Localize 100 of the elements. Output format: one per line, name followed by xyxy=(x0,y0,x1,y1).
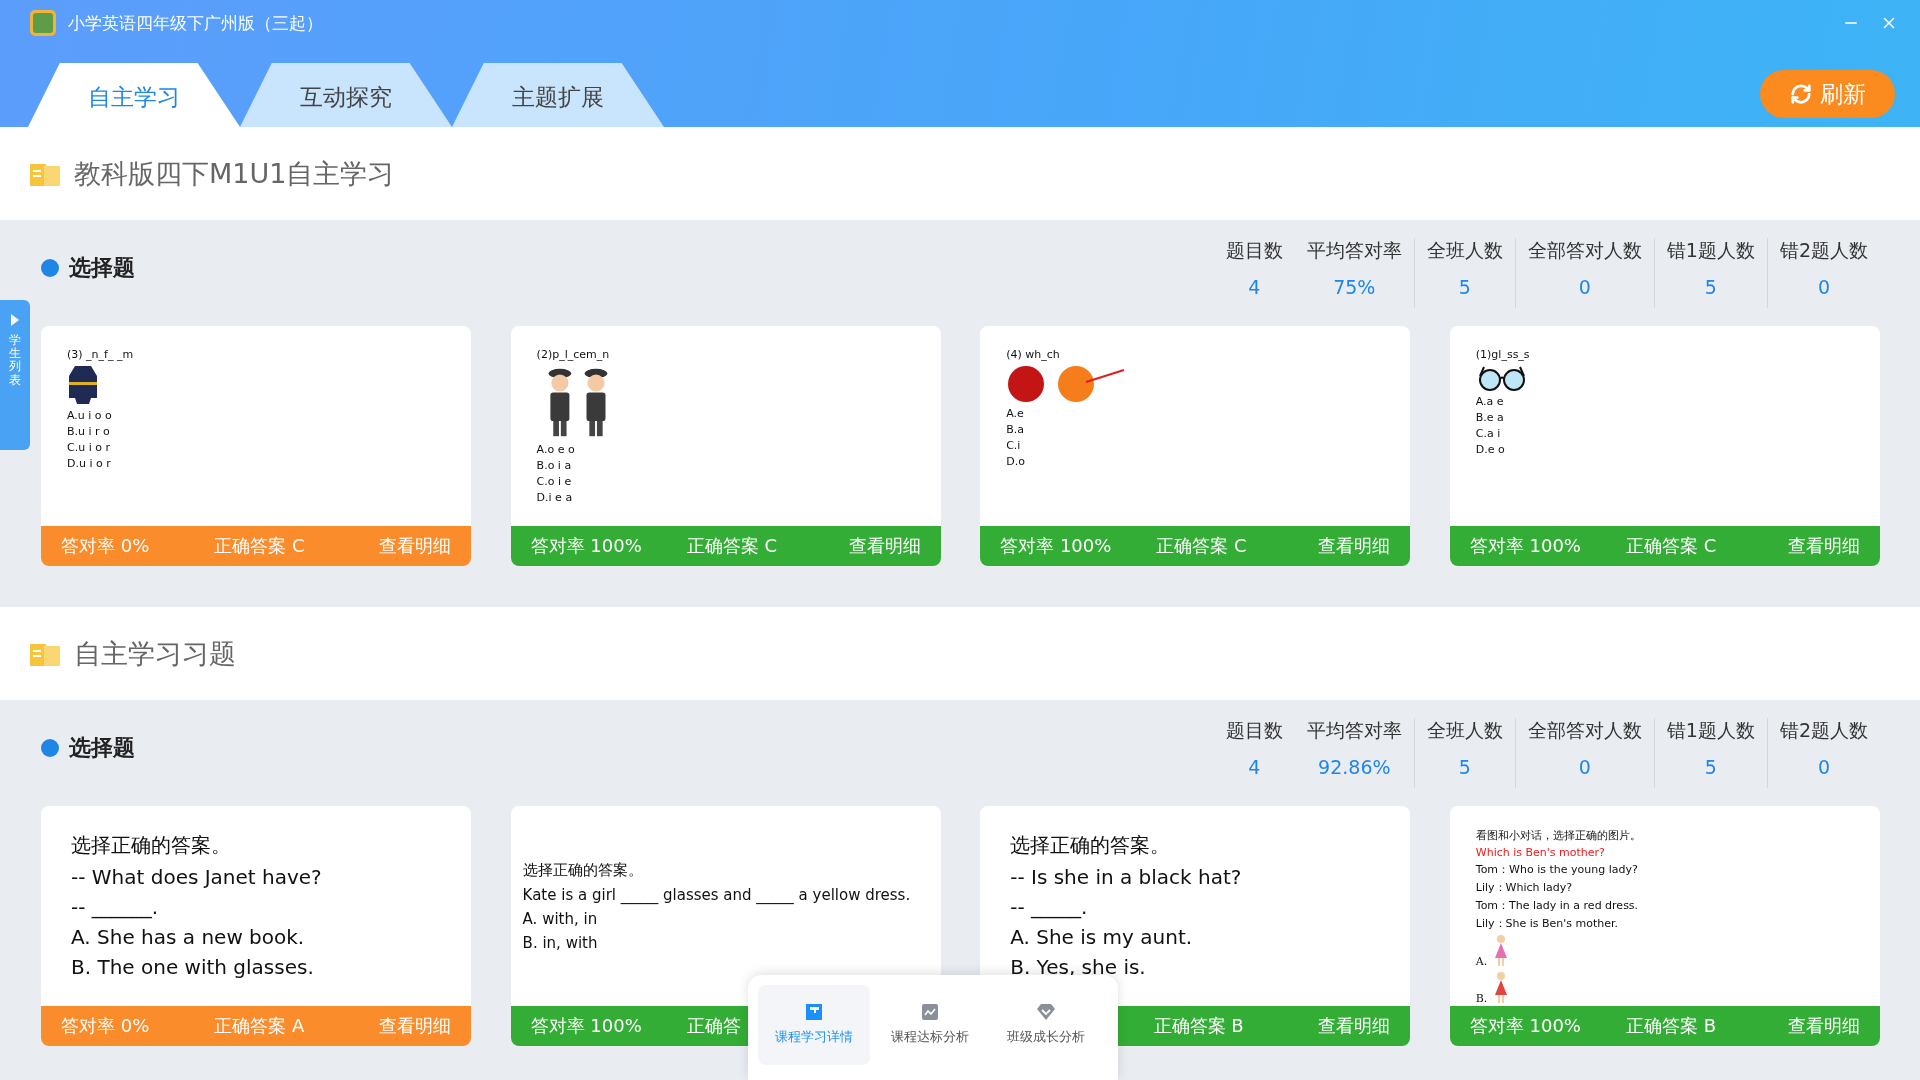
bullet-icon xyxy=(41,259,59,277)
view-details-link[interactable]: 查看明细 xyxy=(379,1015,451,1036)
chart-icon xyxy=(922,1004,938,1020)
refresh-icon xyxy=(1789,83,1812,105)
nav-tab[interactable]: 课程达标分析 xyxy=(874,985,986,1065)
correct-answer: 正确答案 B xyxy=(1625,1015,1717,1036)
jacket-drawing xyxy=(67,364,99,406)
book-icon xyxy=(806,1004,822,1020)
question-prompt: 选择正确的答案。 xyxy=(522,861,643,880)
nav-tab[interactable]: 课程学习详情 xyxy=(758,985,870,1065)
question-text: Lily：She is Ben's mother. xyxy=(1475,916,1619,931)
question-prompt: 选择正确的答案。 xyxy=(71,832,231,859)
stat-value: 0 xyxy=(1817,276,1830,298)
section-title: 教科版四下M1U1自主学习 xyxy=(74,156,395,191)
correct-answer: 正确答案 C xyxy=(1625,535,1717,556)
tab[interactable]: 互动探究 xyxy=(240,63,452,127)
question-text: Lily：Which lady? xyxy=(1475,880,1573,895)
option-label: B. xyxy=(1475,992,1488,1005)
question-text: B. in, with xyxy=(522,934,598,952)
correct-answer: 正确答案 C xyxy=(686,535,778,556)
tab[interactable]: 主题扩展 xyxy=(452,63,664,127)
question-text: D.u i o r xyxy=(67,457,111,470)
correct-answer: 正确答 xyxy=(686,1015,741,1036)
view-details-link[interactable]: 查看明细 xyxy=(1318,1015,1391,1036)
stat-label: 错1题人数 xyxy=(1666,718,1755,743)
question-text: B. The one with glasses. xyxy=(71,955,314,979)
question-text: C.o i e xyxy=(536,475,572,488)
question-text: A.o e o xyxy=(536,443,575,456)
stat-value: 92.86% xyxy=(1318,756,1391,778)
question-text: B.u i r o xyxy=(67,425,110,438)
question-text: Tom：Who is the young lady? xyxy=(1475,862,1638,877)
stat-value: 5 xyxy=(1458,756,1471,778)
question-text: (3) _n_f_ _m xyxy=(67,348,134,361)
question-text: B. Yes, she is. xyxy=(1010,955,1146,979)
correct-rate: 答对率 100% xyxy=(1000,535,1112,556)
question-text: (2)p_l_cem_n xyxy=(536,348,610,361)
question-text: Kate is a girl _____ glasses and _____ a yellow dress. xyxy=(522,886,911,904)
question-text: A. with, in xyxy=(522,910,598,928)
question-text: -- _____. xyxy=(1010,895,1088,919)
book-icon xyxy=(30,641,60,666)
correct-rate: 答对率 100% xyxy=(1469,1015,1581,1036)
question-text: A.a e xyxy=(1475,395,1504,408)
stat-value: 0 xyxy=(1578,756,1591,778)
option-label: A. xyxy=(1475,955,1488,968)
stat-label: 平均答对率 xyxy=(1306,718,1402,743)
stat-label: 全班人数 xyxy=(1426,238,1503,263)
view-details-link[interactable]: 查看明细 xyxy=(379,535,451,556)
correct-rate: 答对率 100% xyxy=(530,1015,642,1036)
correct-answer: 正确答案 C xyxy=(214,535,305,556)
view-details-link[interactable]: 查看明细 xyxy=(1787,1015,1860,1036)
tab[interactable]: 自主学习 xyxy=(28,63,240,127)
window-title: 小学英语四年级下广州版（三起） xyxy=(68,11,323,35)
stat-value: 0 xyxy=(1817,756,1830,778)
correct-rate: 答对率 100% xyxy=(1469,535,1581,556)
question-text: D.e o xyxy=(1475,443,1505,456)
question-text: C.i xyxy=(1006,439,1021,452)
nav-tab[interactable]: 班级成长分析 xyxy=(990,985,1102,1065)
question-text: -- Is she in a black hat? xyxy=(1010,865,1242,889)
stat-value: 5 xyxy=(1704,276,1717,298)
question-text: B.o i a xyxy=(536,459,572,472)
stat-label: 题目数 xyxy=(1225,718,1283,743)
bullet-icon xyxy=(41,739,59,757)
question-text: -- ______. xyxy=(71,895,159,919)
question-text: (1)gl_ss_s xyxy=(1475,348,1530,361)
question-text: Tom：The lady in a red dress. xyxy=(1475,898,1639,913)
refresh-button[interactable]: 刷新 xyxy=(1760,70,1895,118)
correct-rate: 答对率 0% xyxy=(61,535,150,556)
question-prompt: 看图和小对话，选择正确的图片。 xyxy=(1475,828,1641,843)
question-text: C.a i xyxy=(1475,427,1501,440)
question-text: D.o xyxy=(1006,455,1025,468)
stat-label: 错2题人数 xyxy=(1779,718,1868,743)
group-title: 选择题 xyxy=(69,734,135,762)
stat-label: 题目数 xyxy=(1225,238,1283,263)
correct-rate: 答对率 0% xyxy=(61,1015,150,1036)
stat-label: 全部答对人数 xyxy=(1527,718,1642,743)
badge-icon xyxy=(1037,1004,1055,1020)
question-text: C.u i o r xyxy=(67,441,110,454)
question-text: A.u i o o xyxy=(67,409,112,422)
question-text: B.e a xyxy=(1475,411,1504,424)
correct-answer: 正确答案 B xyxy=(1153,1015,1244,1036)
correct-answer: 正确答案 C xyxy=(1156,535,1247,556)
stat-value: 5 xyxy=(1458,276,1471,298)
question-text: A.e xyxy=(1006,407,1024,420)
stat-value: 5 xyxy=(1704,756,1717,778)
correct-rate: 答对率 100% xyxy=(530,535,642,556)
question-text: (4) wh_ch xyxy=(1006,348,1060,361)
question-prompt: 选择正确的答案。 xyxy=(1010,832,1171,859)
stat-label: 全班人数 xyxy=(1426,718,1503,743)
stat-label: 错2题人数 xyxy=(1779,238,1868,263)
question-text: -- What does Janet have? xyxy=(71,865,322,889)
stat-value: 75% xyxy=(1333,276,1376,298)
question-text: A. She is my aunt. xyxy=(1010,925,1193,949)
side-tab[interactable]: 学生列表 xyxy=(0,300,30,450)
view-details-link[interactable]: 查看明细 xyxy=(1787,535,1860,556)
view-details-link[interactable]: 查看明细 xyxy=(1318,535,1391,556)
stat-label: 全部答对人数 xyxy=(1527,238,1642,263)
correct-answer: 正确答案 A xyxy=(214,1015,305,1036)
stat-value: 4 xyxy=(1248,276,1261,298)
view-details-link[interactable]: 查看明细 xyxy=(848,535,921,556)
caret-icon xyxy=(11,314,19,326)
